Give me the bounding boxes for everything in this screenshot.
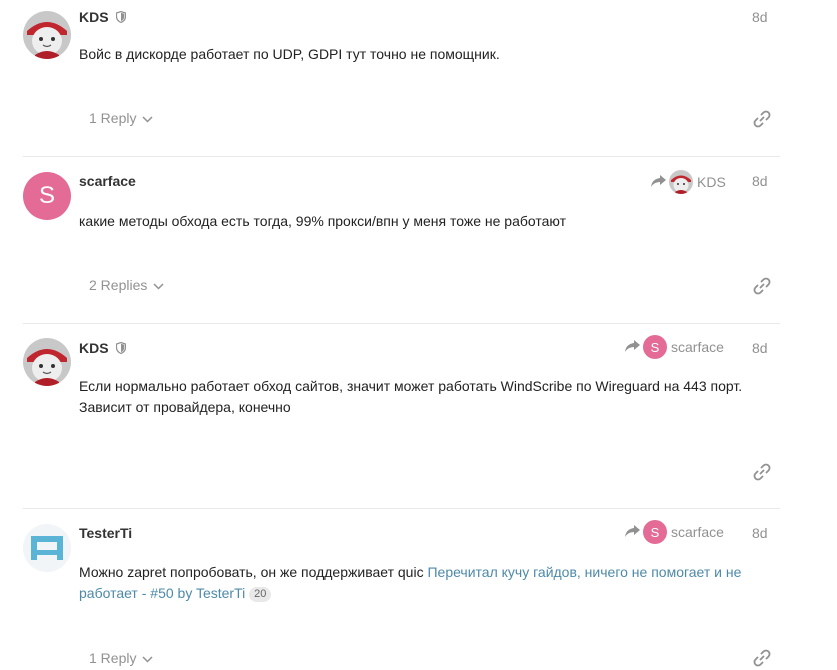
username[interactable]: scarface: [79, 173, 136, 189]
post-date[interactable]: 8d: [752, 340, 768, 356]
chevron-down-icon: [142, 110, 153, 126]
post-2: S scarface KDS 8d какие методы обхода ес…: [0, 157, 837, 323]
username-text[interactable]: KDS: [79, 340, 109, 356]
avatar-letter: S: [38, 182, 55, 209]
username[interactable]: KDS: [79, 340, 127, 357]
avatar-letter: S: [650, 524, 660, 540]
link-icon[interactable]: [753, 649, 771, 667]
identicon-icon: [23, 524, 71, 572]
username-text[interactable]: KDS: [79, 9, 109, 25]
share-arrow-icon: [625, 339, 640, 355]
cat-photo-icon: [23, 338, 71, 386]
reply-to-avatar: S: [643, 520, 667, 544]
avatar-scarface[interactable]: S: [23, 172, 71, 220]
chevron-down-icon: [142, 650, 153, 666]
post-text-line: Если нормально работает обход сайтов, зн…: [79, 378, 743, 394]
post-date[interactable]: 8d: [752, 525, 768, 541]
post-text-prefix: Можно zapret попробовать, он же поддержи…: [79, 564, 428, 580]
link-icon[interactable]: [753, 110, 771, 128]
reply-to-username: scarface: [671, 339, 724, 355]
post-text: какие методы обхода есть тогда, 99% прок…: [79, 213, 567, 229]
cat-photo-icon: [23, 11, 71, 59]
link-icon[interactable]: [753, 463, 771, 481]
username[interactable]: TesterTi: [79, 525, 132, 541]
post-3: KDS S scarface 8d Если нормально работае…: [0, 324, 837, 508]
post-4: TesterTi S scarface 8d Можно zapret попр…: [0, 509, 837, 670]
replies-button[interactable]: 1 Reply: [89, 650, 153, 666]
reply-to-username: KDS: [697, 174, 726, 190]
reply-to-indicator[interactable]: S scarface: [625, 520, 724, 544]
reply-to-indicator[interactable]: S scarface: [625, 335, 724, 359]
replies-label: 1 Reply: [89, 110, 137, 126]
reply-to-username: scarface: [671, 524, 724, 540]
post-1: KDS 8d Войс в дискорде работает по UDP, …: [0, 0, 837, 156]
reply-to-avatar: S: [643, 335, 667, 359]
reply-to-indicator[interactable]: KDS: [651, 170, 726, 194]
avatar-kds[interactable]: [23, 338, 71, 386]
post-text: Если нормально работает обход сайтов, зн…: [79, 376, 779, 418]
avatar-kds[interactable]: [23, 11, 71, 59]
chevron-down-icon: [153, 277, 164, 293]
shield-icon: [116, 10, 127, 26]
post-text: Можно zapret попробовать, он же поддержи…: [79, 562, 769, 604]
link-icon[interactable]: [753, 277, 771, 295]
reply-to-avatar: [669, 170, 693, 194]
replies-label: 1 Reply: [89, 650, 137, 666]
username[interactable]: KDS: [79, 9, 127, 26]
avatar-letter: S: [650, 339, 660, 355]
replies-button[interactable]: 2 Replies: [89, 277, 164, 293]
post-date[interactable]: 8d: [752, 9, 768, 25]
post-text: Войс в дискорде работает по UDP, GDPI ту…: [79, 46, 500, 62]
replies-button[interactable]: 1 Reply: [89, 110, 153, 126]
share-arrow-icon: [651, 174, 666, 190]
post-date[interactable]: 8d: [752, 173, 768, 189]
replies-label: 2 Replies: [89, 277, 148, 293]
cat-photo-icon: [669, 170, 693, 194]
avatar-testerti[interactable]: [23, 524, 71, 572]
shield-icon: [116, 341, 127, 357]
link-click-count-badge: 20: [249, 587, 272, 602]
share-arrow-icon: [625, 524, 640, 540]
post-text-line: Зависит от провайдера, конечно: [79, 399, 291, 415]
